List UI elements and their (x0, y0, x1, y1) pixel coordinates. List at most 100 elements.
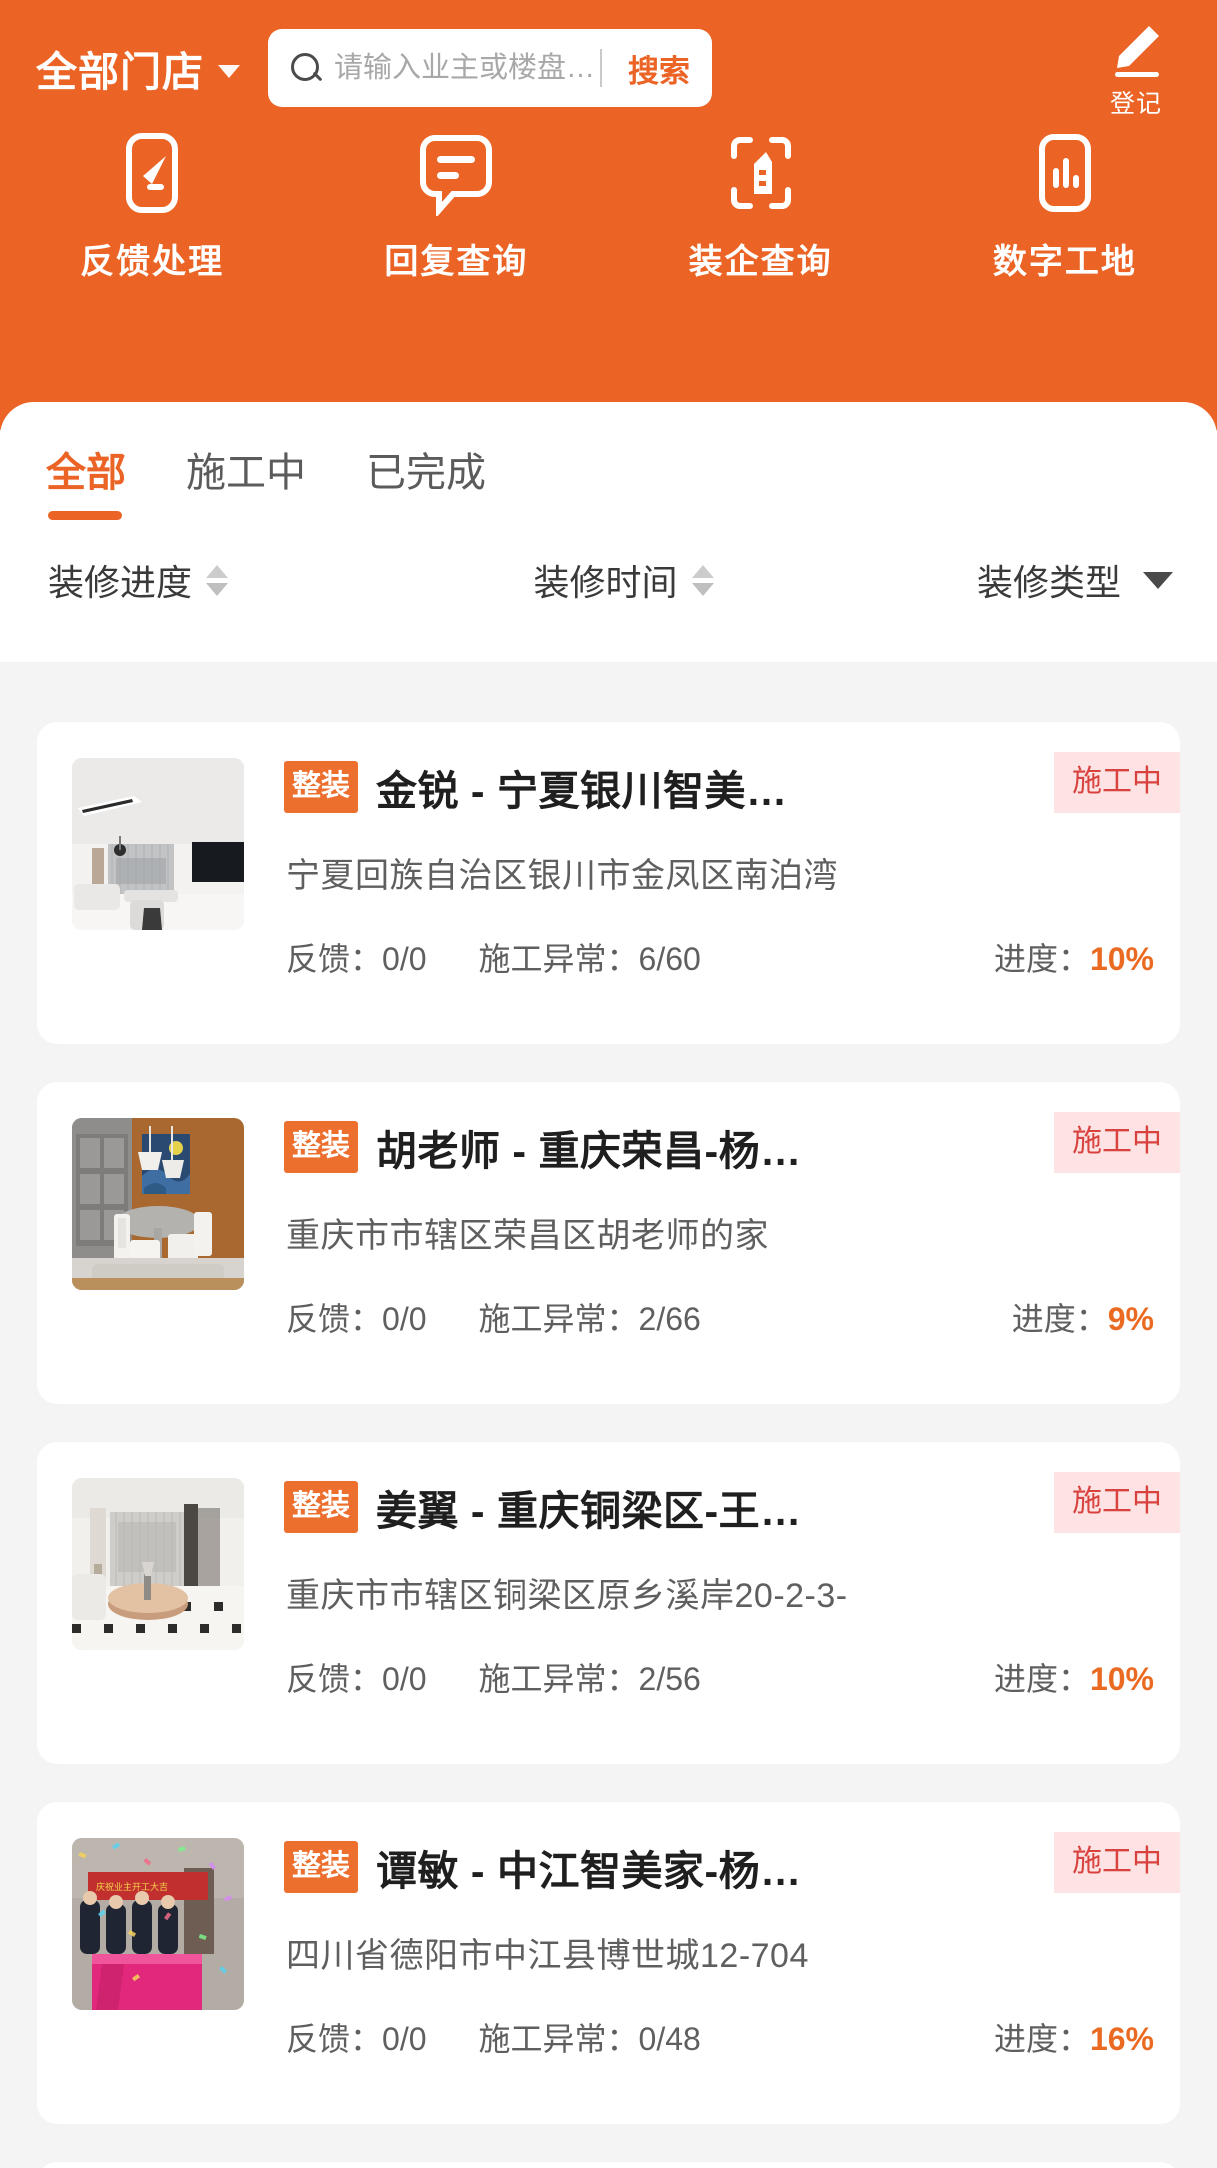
quick-action-company-query[interactable]: 装企查询 (609, 130, 913, 283)
filter-label: 装修时间 (533, 562, 678, 603)
filter-label: 装修类型 (976, 562, 1121, 603)
store-selector[interactable]: 全部门店 (36, 38, 240, 98)
quick-action-digital-site[interactable]: 数字工地 (913, 130, 1217, 283)
stat-label: 进度： (993, 941, 1090, 977)
quick-action-label: 数字工地 (992, 243, 1137, 281)
project-stats: 反馈：0/0 施工异常：2/66 进度：9% (286, 1294, 1154, 1340)
project-info: 整装 姜翼 - 重庆铜梁区-王… 施工中 重庆市市辖区铜梁区原乡溪岸20-2-3… (284, 1442, 1180, 1764)
project-address: 重庆市市辖区荣昌区胡老师的家 (286, 1217, 769, 1255)
stat-value: 10% (1089, 1661, 1154, 1697)
project-stats: 反馈：0/0 施工异常：0/48 进度：16% (286, 2014, 1154, 2060)
search-bar[interactable]: 搜索 (268, 29, 712, 107)
stat-value: 2/66 (638, 1301, 701, 1337)
app-screen: 全部门店 搜索 登记 (0, 0, 1217, 2168)
header-top-bar: 全部门店 搜索 登记 (0, 18, 1217, 118)
stat-label: 反馈： (286, 2021, 383, 2057)
list-item-partial[interactable] (37, 2162, 1180, 2168)
tab-label: 施工中 (186, 451, 306, 495)
text-cursor (600, 49, 602, 87)
stat-label: 反馈： (286, 941, 383, 977)
stat-value: 0/0 (382, 1301, 427, 1337)
sort-arrows-icon[interactable] (206, 564, 229, 596)
living-room-white-image (72, 758, 244, 930)
list-item[interactable]: 整装 胡老师 - 重庆荣昌-杨… 施工中 重庆市市辖区荣昌区胡老师的家 反馈：0… (37, 1082, 1180, 1404)
list-item[interactable]: 庆祝业主开工大吉 整装 谭敏 - 中江智美家-杨… 施工中 四川省德阳市中江县博… (37, 1802, 1180, 2124)
status-badge: 施工中 (1054, 752, 1180, 813)
status-badge: 施工中 (1054, 1832, 1180, 1893)
status-badge: 施工中 (1054, 1472, 1180, 1533)
search-icon (290, 52, 322, 84)
project-thumbnail (72, 1118, 244, 1290)
stat-value: 0/0 (382, 2021, 427, 2057)
project-address: 宁夏回族自治区银川市金凤区南泊湾 (286, 857, 838, 895)
tab-completed[interactable]: 已完成 (366, 440, 486, 520)
project-title-row: 整装 胡老师 - 重庆荣昌-杨… (284, 1118, 1180, 1176)
type-badge: 整装 (284, 1841, 359, 1893)
living-room-marble-image (72, 1478, 244, 1650)
stat-label: 施工异常： (478, 2021, 639, 2057)
stat-value: 16% (1089, 2021, 1154, 2057)
stat-exception: 施工异常：2/66 (479, 1294, 701, 1340)
register-button[interactable]: 登记 (1081, 16, 1191, 120)
pencil-underline-icon (1115, 26, 1159, 77)
sort-arrows-icon[interactable] (691, 564, 714, 596)
stat-label: 施工异常： (478, 1661, 639, 1697)
chevron-down-icon[interactable] (1143, 571, 1173, 589)
project-stats: 反馈：0/0 施工异常：2/56 进度：10% (286, 1654, 1154, 1700)
filter-time[interactable]: 装修时间 (423, 554, 798, 606)
stat-label: 施工异常： (478, 1301, 639, 1337)
status-tabs: 全部 施工中 已完成 (46, 440, 486, 520)
stat-value: 0/48 (638, 2021, 701, 2057)
filter-progress[interactable]: 装修进度 (48, 554, 423, 606)
quick-action-label: 回复查询 (384, 243, 529, 281)
stat-progress: 进度：16% (994, 2014, 1154, 2060)
stat-exception: 施工异常：2/56 (479, 1654, 701, 1700)
project-info: 整装 胡老师 - 重庆荣昌-杨… 施工中 重庆市市辖区荣昌区胡老师的家 反馈：0… (284, 1082, 1180, 1404)
project-address: 重庆市市辖区铜梁区原乡溪岸20-2-3- (286, 1577, 848, 1615)
filter-row: 装修进度 装修时间 装修类型 (0, 554, 1217, 606)
tab-all[interactable]: 全部 (46, 440, 126, 520)
tab-label: 已完成 (366, 451, 486, 495)
stat-exception: 施工异常：0/48 (479, 2014, 701, 2060)
chevron-down-icon (218, 64, 240, 78)
quick-action-feedback[interactable]: 反馈处理 (0, 130, 304, 283)
chat-reply-icon (420, 135, 493, 216)
project-address: 四川省德阳市中江县博世城12-704 (286, 1937, 809, 1975)
register-label: 登记 (1109, 90, 1162, 118)
bar-chart-phone-icon (1038, 134, 1091, 212)
list-item[interactable]: 整装 金锐 - 宁夏银川智美… 施工中 宁夏回族自治区银川市金凤区南泊湾 反馈：… (37, 722, 1180, 1044)
search-button[interactable]: 搜索 (618, 46, 706, 91)
stat-progress: 进度：9% (1012, 1294, 1154, 1340)
tab-filter-panel: 全部 施工中 已完成 装修进度 装修时间 装修类型 (0, 402, 1217, 662)
stat-feedback: 反馈：0/0 (286, 1654, 427, 1700)
stat-value: 9% (1107, 1301, 1154, 1337)
project-list[interactable]: 整装 金锐 - 宁夏银川智美… 施工中 宁夏回族自治区银川市金凤区南泊湾 反馈：… (0, 662, 1217, 2168)
project-info: 整装 谭敏 - 中江智美家-杨… 施工中 四川省德阳市中江县博世城12-704 … (284, 1802, 1180, 2124)
ceremony-photo-image: 庆祝业主开工大吉 (72, 1838, 244, 2010)
project-title-row: 整装 金锐 - 宁夏银川智美… (284, 758, 1180, 816)
store-selector-label: 全部门店 (36, 49, 204, 95)
list-item[interactable]: 整装 姜翼 - 重庆铜梁区-王… 施工中 重庆市市辖区铜梁区原乡溪岸20-2-3… (37, 1442, 1180, 1764)
quick-action-reply[interactable]: 回复查询 (304, 130, 608, 283)
project-thumbnail (72, 758, 244, 930)
project-stats: 反馈：0/0 施工异常：6/60 进度：10% (286, 934, 1154, 980)
filter-type[interactable]: 装修类型 (798, 554, 1173, 606)
type-badge: 整装 (284, 1481, 359, 1533)
stat-progress: 进度：10% (994, 934, 1154, 980)
stat-label: 进度： (993, 1661, 1090, 1697)
project-info: 整装 金锐 - 宁夏银川智美… 施工中 宁夏回族自治区银川市金凤区南泊湾 反馈：… (284, 722, 1180, 1044)
project-thumbnail: 庆祝业主开工大吉 (72, 1838, 244, 2010)
type-badge: 整装 (284, 761, 359, 813)
project-thumbnail (72, 1478, 244, 1650)
quick-action-grid: 反馈处理 回复查询 装企查询 数字工地 (0, 130, 1217, 283)
stat-value: 10% (1089, 941, 1154, 977)
svg-text:庆祝业主开工大吉: 庆祝业主开工大吉 (96, 1881, 168, 1892)
search-input[interactable] (334, 51, 596, 85)
tab-in-progress[interactable]: 施工中 (186, 440, 306, 520)
scan-building-icon (730, 137, 791, 209)
stat-feedback: 反馈：0/0 (286, 2014, 427, 2060)
stat-label: 反馈： (286, 1661, 383, 1697)
stat-label: 进度： (993, 2021, 1090, 2057)
stat-progress: 进度：10% (994, 1654, 1154, 1700)
stat-label: 反馈： (286, 1301, 383, 1337)
